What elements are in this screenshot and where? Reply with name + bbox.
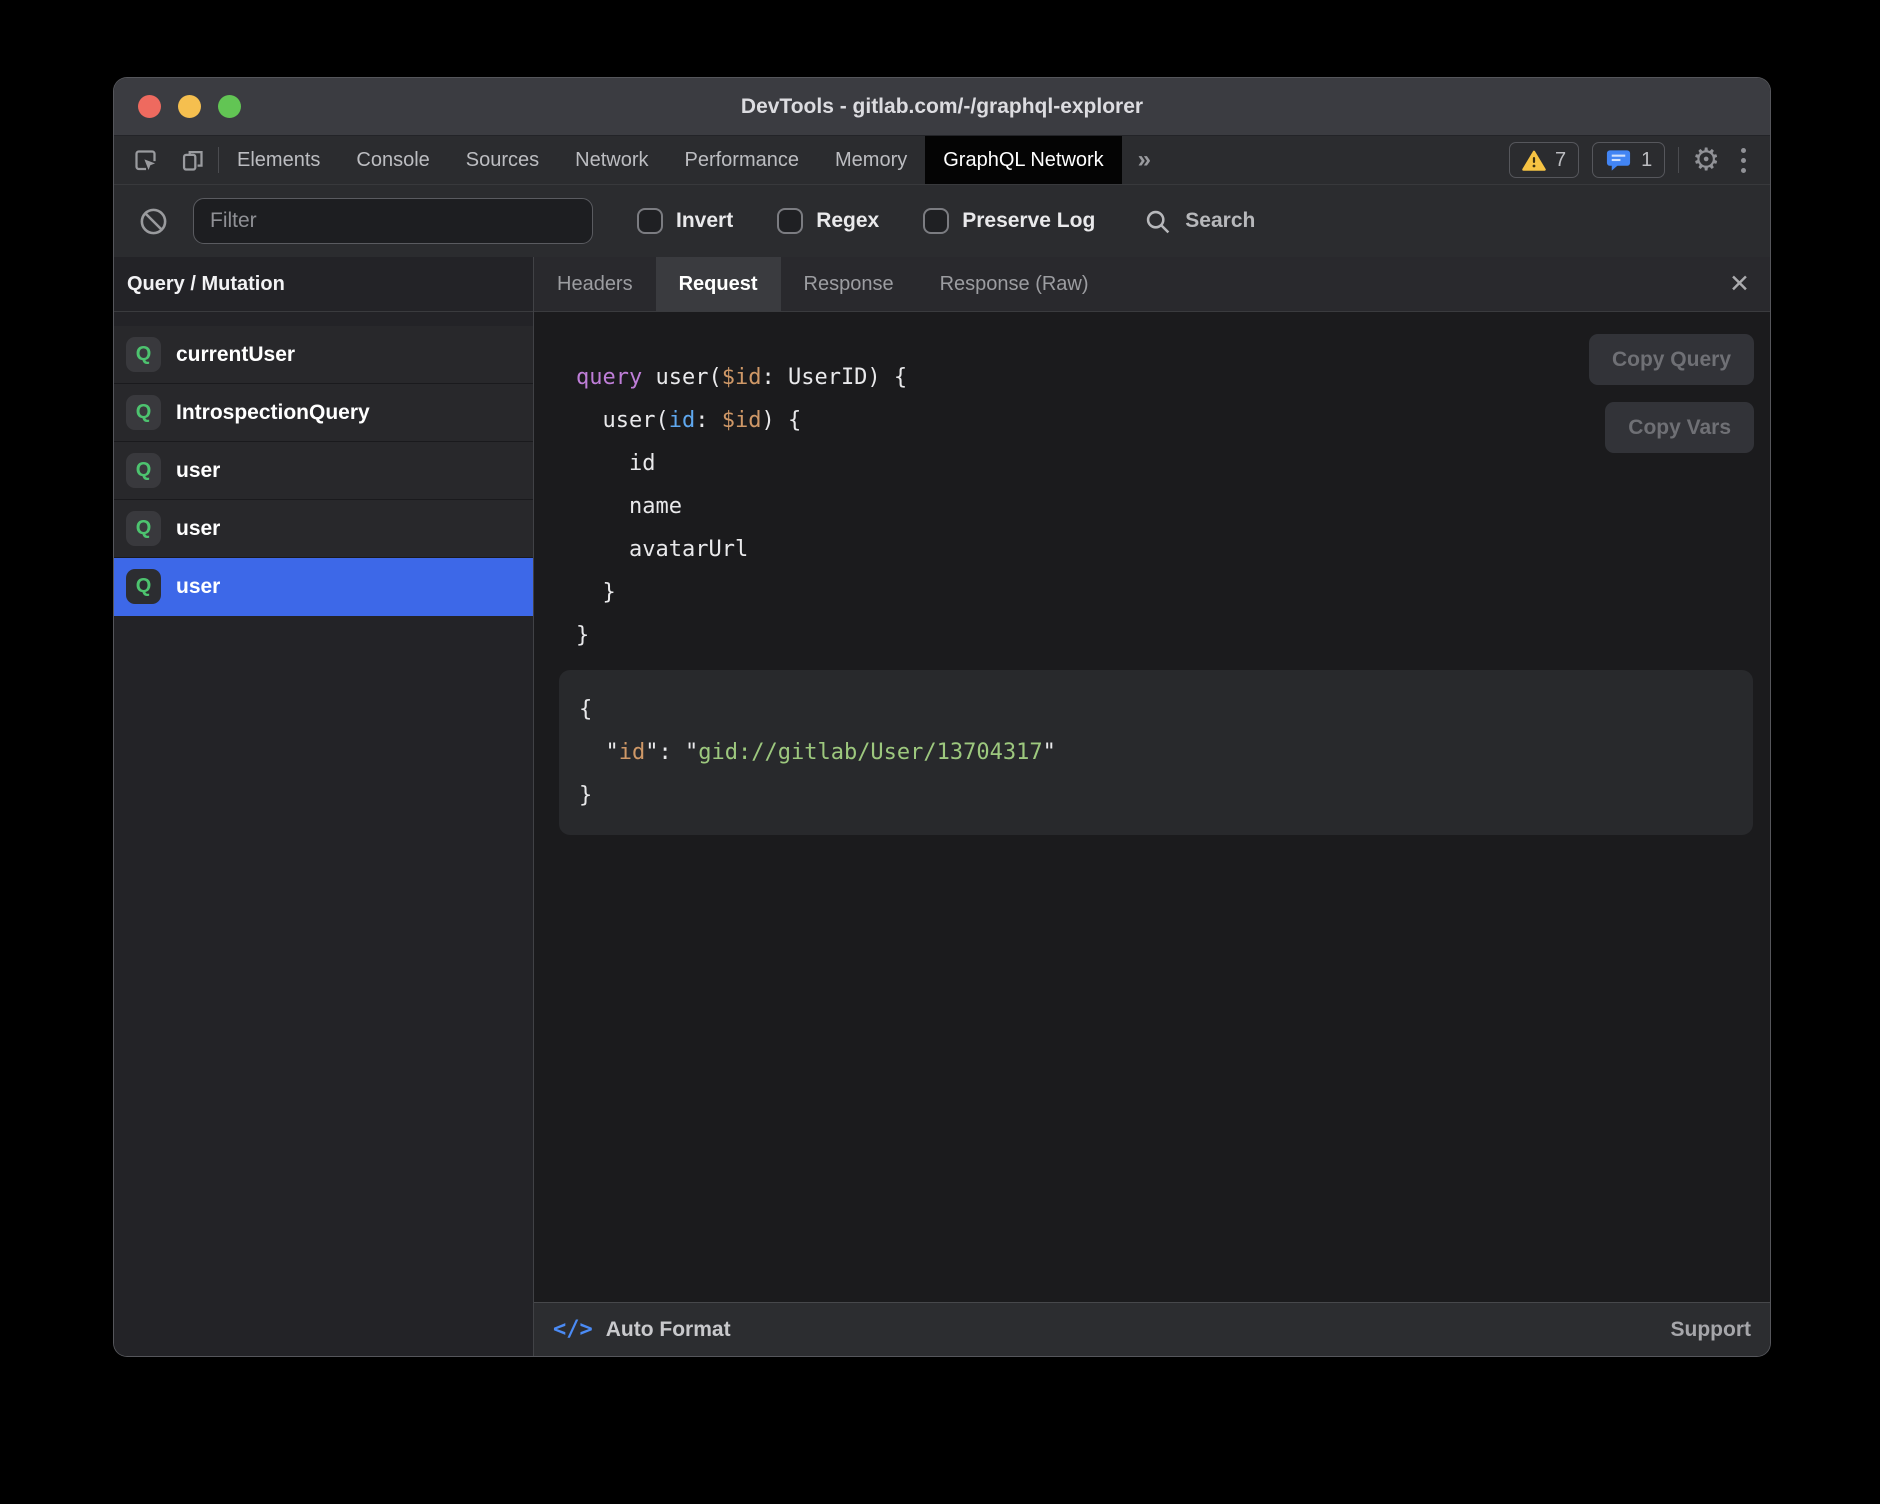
query-type-icon: Q <box>126 569 161 604</box>
list-item-user-3-selected[interactable]: Q user <box>114 558 533 616</box>
tab-response-raw[interactable]: Response (Raw) <box>917 257 1112 311</box>
variables-line-3: } <box>579 774 1753 817</box>
tab-memory[interactable]: Memory <box>817 136 925 184</box>
tab-request[interactable]: Request <box>656 257 781 311</box>
list-item-introspection-query[interactable]: Q IntrospectionQuery <box>114 384 533 442</box>
copy-query-button[interactable]: Copy Query <box>1589 334 1754 385</box>
tab-elements[interactable]: Elements <box>219 136 338 184</box>
query-list: Q currentUser Q IntrospectionQuery Q use… <box>114 312 533 616</box>
navbar-right: 7 1 ⚙ <box>1509 136 1770 184</box>
devtools-window: DevTools - gitlab.com/-/graphql-explorer… <box>114 78 1770 1356</box>
traffic-lights <box>138 95 241 118</box>
warnings-count: 7 <box>1555 149 1566 172</box>
regex-label: Regex <box>816 209 879 233</box>
device-toolbar-icon[interactable] <box>179 147 206 174</box>
message-bubble-icon <box>1605 148 1632 172</box>
code-brackets-icon: </> <box>553 1317 593 1342</box>
navbar-right-separator <box>1678 147 1679 173</box>
search-label: Search <box>1185 209 1255 233</box>
variables-line-2: "id": "gid://gitlab/User/13704317" <box>579 731 1753 774</box>
invert-checkbox[interactable] <box>637 208 663 234</box>
warning-icon <box>1522 150 1546 171</box>
query-type-icon: Q <box>126 511 161 546</box>
detail-panel: Headers Request Response Response (Raw) … <box>534 257 1770 1356</box>
list-item-label: user <box>176 459 220 483</box>
tab-response[interactable]: Response <box>781 257 917 311</box>
kebab-menu-icon[interactable] <box>1733 148 1754 173</box>
copy-buttons: Copy Query Copy Vars <box>1589 334 1754 453</box>
zoom-window-button[interactable] <box>218 95 241 118</box>
invert-checkbox-group: Invert <box>637 208 733 234</box>
devtools-navbar: Elements Console Sources Network Perform… <box>114 135 1770 184</box>
minimize-window-button[interactable] <box>178 95 201 118</box>
query-type-icon: Q <box>126 337 161 372</box>
list-item-label: user <box>176 575 220 599</box>
clear-block-icon[interactable] <box>138 206 169 237</box>
search-icon <box>1143 207 1172 236</box>
query-type-icon: Q <box>126 453 161 488</box>
tab-headers[interactable]: Headers <box>534 257 656 311</box>
navbar-icons <box>114 136 218 184</box>
detail-tabs: Headers Request Response Response (Raw) … <box>534 257 1770 312</box>
query-line-5: avatarUrl <box>576 528 1770 571</box>
query-line-6: } <box>576 571 1770 614</box>
regex-checkbox[interactable] <box>777 208 803 234</box>
tab-performance[interactable]: Performance <box>667 136 818 184</box>
invert-label: Invert <box>676 209 733 233</box>
query-line-7: } <box>576 614 1770 657</box>
tab-console[interactable]: Console <box>338 136 447 184</box>
list-item-label: user <box>176 517 220 541</box>
titlebar: DevTools - gitlab.com/-/graphql-explorer <box>114 78 1770 135</box>
list-item-label: IntrospectionQuery <box>176 401 370 425</box>
query-variables-box: { "id": "gid://gitlab/User/13704317" } <box>559 670 1753 835</box>
more-tabs-icon[interactable]: » <box>1122 136 1167 184</box>
query-line-4: name <box>576 485 1770 528</box>
close-window-button[interactable] <box>138 95 161 118</box>
warnings-badge[interactable]: 7 <box>1509 142 1579 178</box>
auto-format-button[interactable]: Auto Format <box>606 1318 731 1342</box>
close-panel-icon[interactable]: ✕ <box>1729 272 1750 297</box>
detail-footer: </> Auto Format Support <box>534 1302 1770 1356</box>
query-type-icon: Q <box>126 395 161 430</box>
tab-sources[interactable]: Sources <box>448 136 557 184</box>
window-title: DevTools - gitlab.com/-/graphql-explorer <box>114 95 1770 119</box>
preserve-log-label: Preserve Log <box>962 209 1095 233</box>
list-item-user-1[interactable]: Q user <box>114 442 533 500</box>
request-content: query user($id: UserID) { user(id: $id) … <box>534 312 1770 1302</box>
copy-vars-button[interactable]: Copy Vars <box>1605 402 1754 453</box>
filter-bar: Invert Regex Preserve Log Search <box>114 184 1770 257</box>
list-item-label: currentUser <box>176 343 295 367</box>
graphql-query-code: query user($id: UserID) { user(id: $id) … <box>534 312 1770 657</box>
list-item-currentUser[interactable]: Q currentUser <box>114 326 533 384</box>
issues-badge[interactable]: 1 <box>1592 142 1665 178</box>
variables-line-1: { <box>579 688 1753 731</box>
preserve-log-checkbox-group: Preserve Log <box>923 208 1095 234</box>
tab-graphql-network[interactable]: GraphQL Network <box>925 136 1121 184</box>
search-group[interactable]: Search <box>1143 207 1255 236</box>
tab-network[interactable]: Network <box>557 136 666 184</box>
regex-checkbox-group: Regex <box>777 208 879 234</box>
issues-count: 1 <box>1641 149 1652 172</box>
filter-input[interactable] <box>193 198 593 244</box>
main-area: Query / Mutation Q currentUser Q Introsp… <box>114 257 1770 1356</box>
preserve-log-checkbox[interactable] <box>923 208 949 234</box>
support-link[interactable]: Support <box>1671 1318 1751 1342</box>
settings-gear-icon[interactable]: ⚙ <box>1692 145 1720 176</box>
list-item-user-2[interactable]: Q user <box>114 500 533 558</box>
query-list-header: Query / Mutation <box>114 257 533 312</box>
query-list-panel: Query / Mutation Q currentUser Q Introsp… <box>114 257 534 1356</box>
inspect-element-icon[interactable] <box>132 147 159 174</box>
